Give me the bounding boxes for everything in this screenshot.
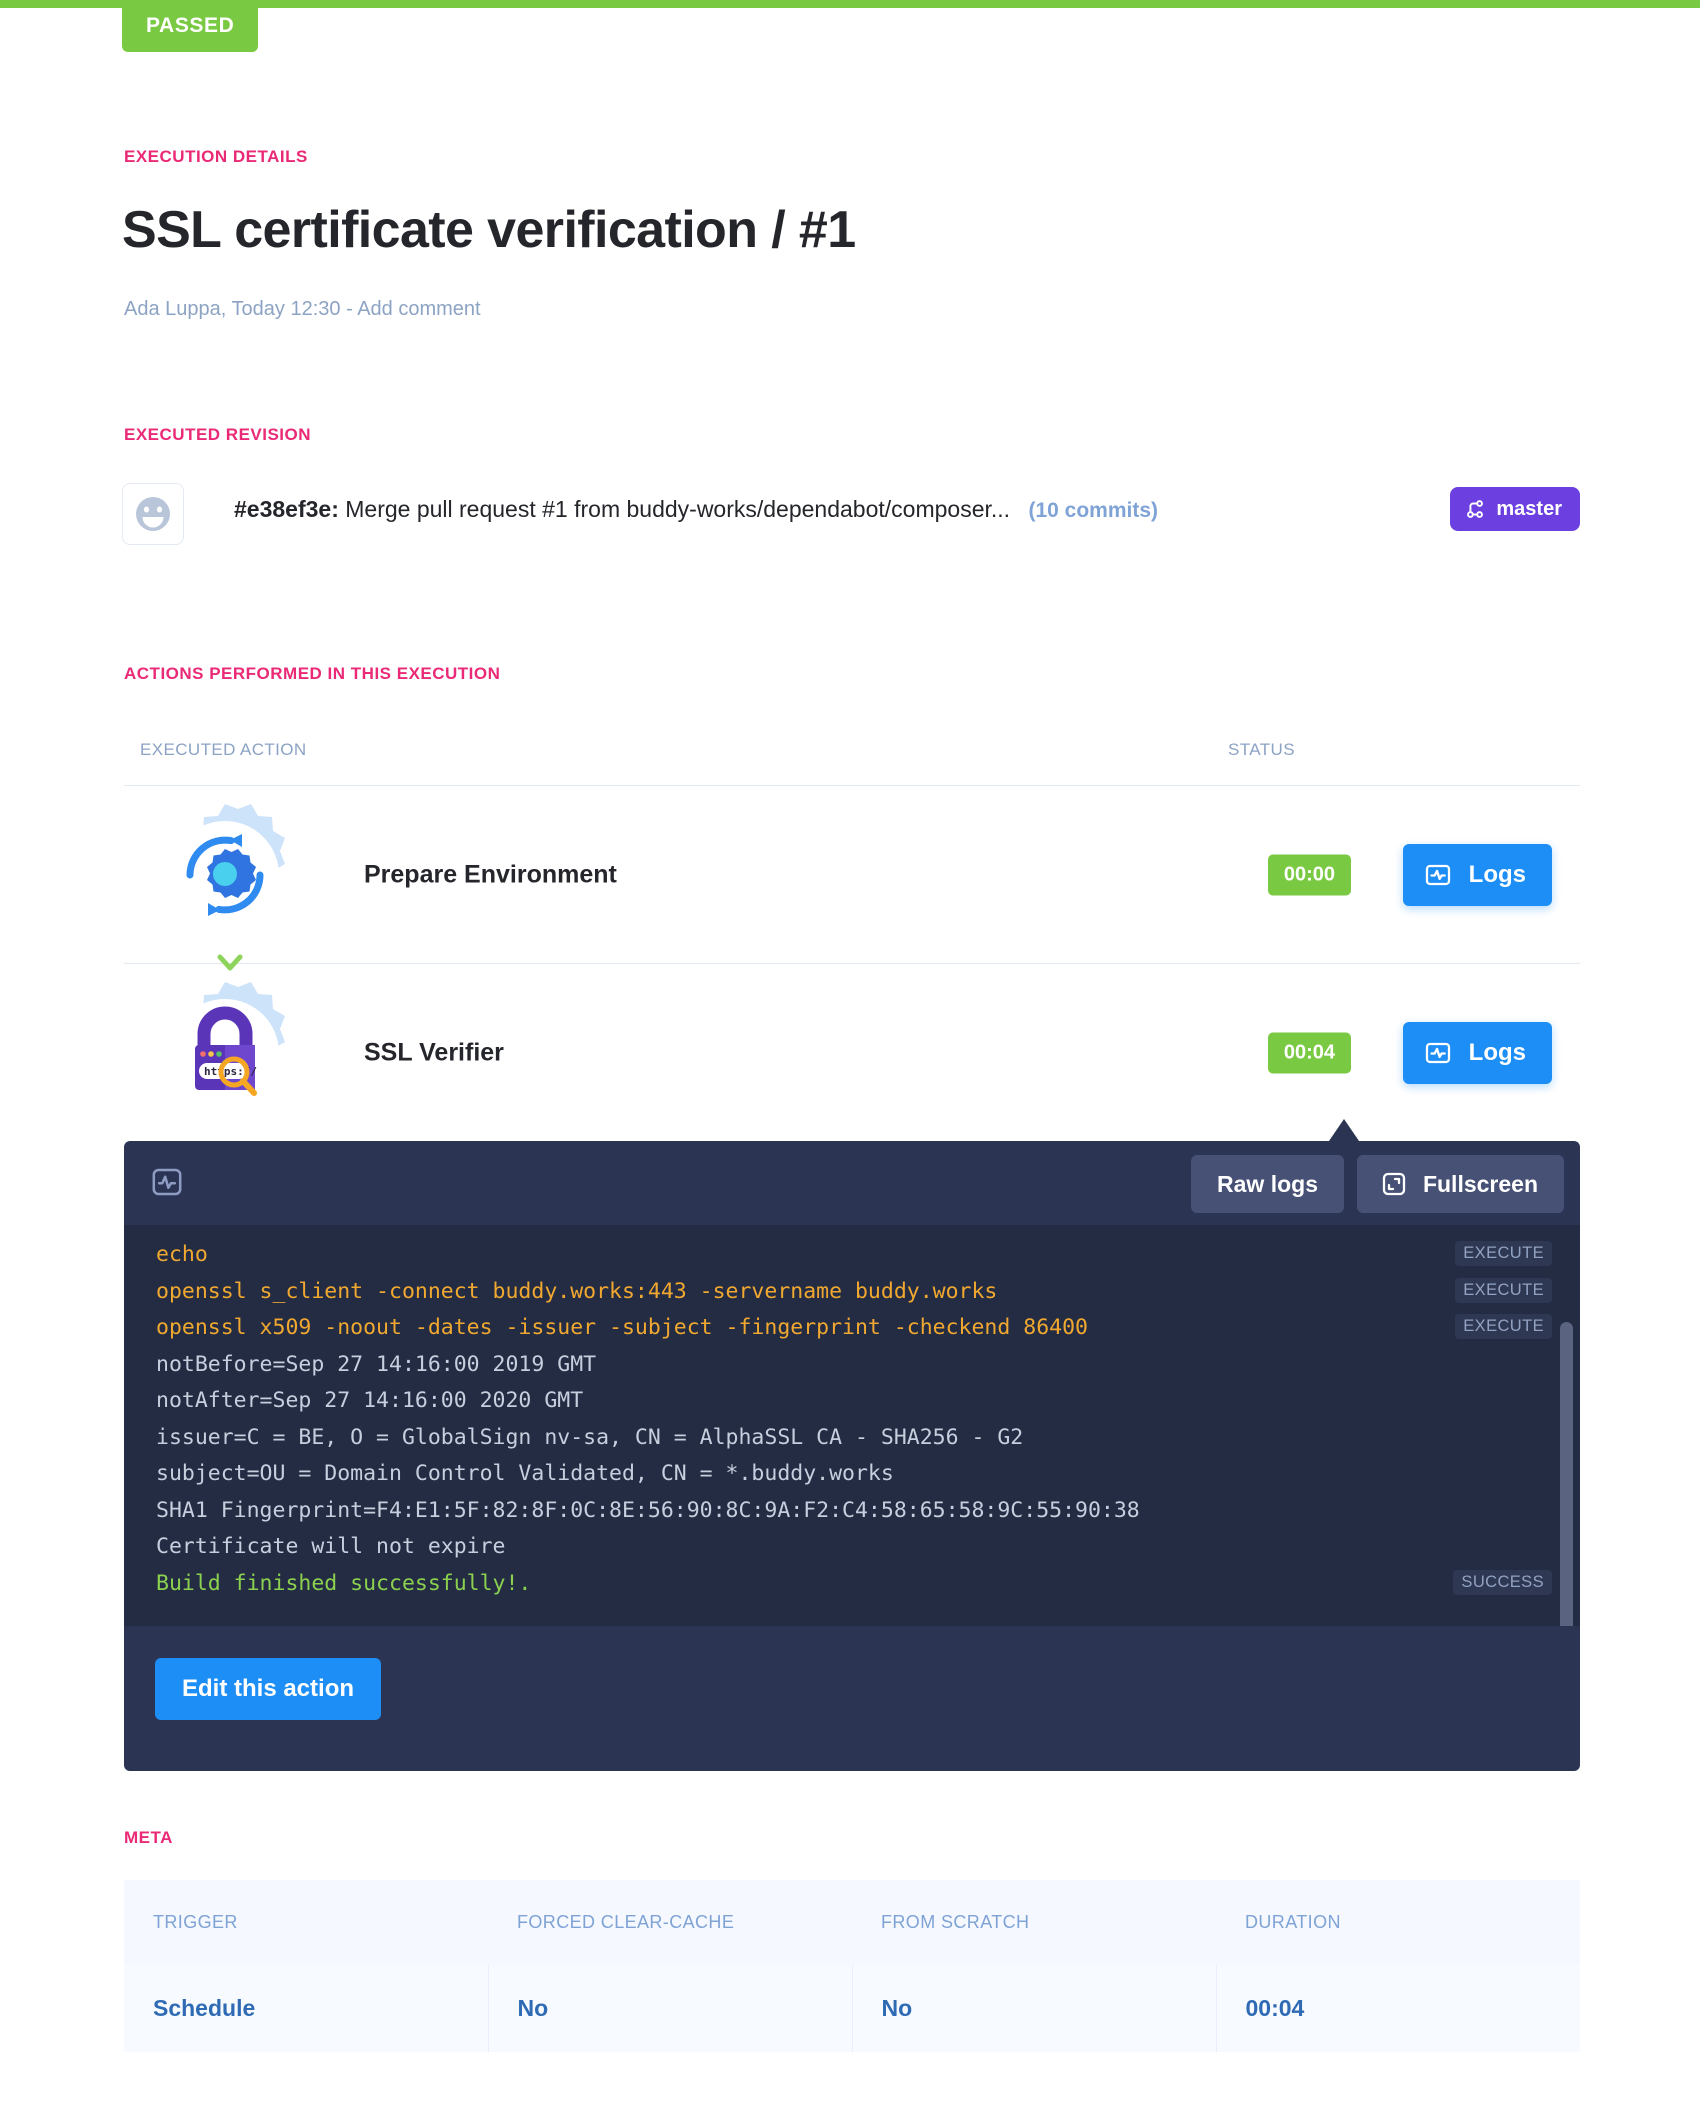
log-line: notBefore=Sep 27 14:16:00 2019 GMT — [156, 1351, 597, 1377]
avatar — [122, 483, 184, 545]
log-line: issuer=C = BE, O = GlobalSign nv-sa, CN … — [156, 1424, 1024, 1450]
meta-column-header: FROM SCRATCH — [852, 1880, 1216, 1965]
add-comment-link[interactable]: Add comment — [357, 298, 480, 320]
log-line: subject=OU = Domain Control Validated, C… — [156, 1461, 894, 1486]
log-line: Build finished successfully!. — [156, 1570, 532, 1596]
table-row: Prepare Environment 00:00 Logs — [124, 786, 1580, 964]
logs-panel-header: Raw logs Fullscreen — [124, 1141, 1580, 1225]
meta-table: TRIGGER FORCED CLEAR-CACHE FROM SCRATCH DUR… — [124, 1880, 1580, 2052]
commit-summary: #e38ef3e: Merge pull request #1 from bud… — [234, 496, 1158, 523]
log-status-tag: EXECUTE — [1455, 1314, 1552, 1339]
gear-refresh-icon — [140, 790, 310, 960]
logs-panel-footer: Edit this action — [124, 1626, 1580, 1771]
raw-logs-button[interactable]: Raw logs — [1191, 1155, 1344, 1213]
log-scrollbar[interactable] — [1560, 1322, 1573, 1626]
logs-panel: Raw logs Fullscreen echo openssl s_client… — [124, 1141, 1580, 1771]
fullscreen-icon — [1382, 1172, 1406, 1196]
commit-count[interactable]: (10 commits) — [1028, 499, 1158, 522]
duration-badge: 00:04 — [1267, 1032, 1351, 1074]
meta-cell: Schedule — [124, 1965, 488, 2052]
revision-row: #e38ef3e: Merge pull request #1 from bud… — [122, 483, 1580, 545]
logs-button-label: Logs — [1468, 861, 1526, 888]
commit-message: Merge pull request #1 from buddy-works/d… — [345, 496, 1011, 522]
actions-table-head: EXECUTED ACTION STATUS — [140, 740, 1580, 788]
log-status-tag: EXECUTE — [1455, 1277, 1552, 1303]
execution-details-label: EXECUTION DETAILS — [124, 147, 308, 166]
timestamp: Today 12:30 — [231, 298, 341, 320]
panel-pointer-arrow — [1329, 1119, 1359, 1141]
execution-subline: Ada Luppa, Today 12:30 - Add comment — [124, 298, 481, 321]
log-line: Certificate will not expire — [156, 1534, 506, 1559]
ssl-padlock-icon: https:// — [140, 968, 310, 1138]
logs-button[interactable]: Logs — [1402, 1022, 1552, 1084]
duration-badge: 00:00 — [1267, 854, 1351, 896]
edit-action-label: Edit this action — [182, 1675, 355, 1702]
log-output[interactable]: echo openssl s_client -connect buddy.work… — [124, 1225, 1580, 1626]
meta-cell: No — [851, 1965, 1216, 2052]
log-line: notAfter=Sep 27 14:16:00 2020 GMT — [156, 1388, 584, 1413]
meta-value-row: Schedule No No 00:04 — [124, 1965, 1580, 2052]
monitor-pulse-icon — [1425, 1042, 1450, 1064]
monitor-pulse-icon — [149, 1164, 185, 1205]
meta-section-label: META — [124, 1828, 173, 1847]
branch-name: master — [1496, 497, 1562, 520]
meta-column-header: FORCED CLEAR-CACHE — [488, 1880, 852, 1965]
action-name: SSL Verifier — [364, 1038, 504, 1067]
commit-hash[interactable]: #e38ef3e: — [234, 496, 339, 522]
actions-section-label: ACTIONS PERFORMED IN THIS EXECUTION — [124, 664, 501, 683]
meta-header-row: TRIGGER FORCED CLEAR-CACHE FROM SCRATCH DUR… — [124, 1880, 1580, 1965]
log-status-tag: SUCCESS — [1453, 1569, 1552, 1595]
smiley-face-icon — [136, 497, 170, 531]
raw-logs-label: Raw logs — [1217, 1170, 1318, 1197]
log-status-tag: EXECUTE — [1455, 1241, 1552, 1266]
fullscreen-button[interactable]: Fullscreen — [1356, 1155, 1564, 1213]
column-header-status: STATUS — [1228, 740, 1295, 759]
git-branch-icon — [1467, 500, 1484, 518]
meta-column-header: DURATION — [1216, 1880, 1580, 1965]
table-row: https:// SSL Verifier 00:04 Logs — [124, 964, 1580, 1142]
branch-badge[interactable]: master — [1450, 487, 1580, 531]
meta-column-header: TRIGGER — [124, 1880, 488, 1965]
subline-separator: - — [346, 298, 353, 320]
fullscreen-label: Fullscreen — [1422, 1170, 1538, 1197]
status-badge: PASSED — [122, 0, 259, 52]
column-header-action: EXECUTED ACTION — [140, 740, 307, 759]
edit-this-action-button[interactable]: Edit this action — [155, 1658, 382, 1720]
status-badge-label: PASSED — [146, 14, 235, 37]
logs-button[interactable]: Logs — [1402, 844, 1552, 906]
log-line: openssl s_client -connect buddy.works:44… — [156, 1278, 998, 1304]
executed-revision-label: EXECUTED REVISION — [124, 425, 312, 444]
log-line: echo — [156, 1242, 208, 1267]
logs-button-label: Logs — [1468, 1039, 1526, 1066]
page-title: SSL certificate verification / #1 — [122, 201, 856, 259]
meta-cell: 00:04 — [1215, 1965, 1580, 2052]
author-name: Ada Luppa, — [124, 298, 227, 320]
monitor-pulse-icon — [1425, 864, 1450, 886]
log-line: SHA1 Fingerprint=F4:E1:5F:82:8F:0C:8E:56… — [156, 1497, 1140, 1523]
meta-cell: No — [487, 1965, 852, 2052]
log-lines: echo openssl s_client -connect buddy.work… — [156, 1237, 1140, 1602]
action-name: Prepare Environment — [364, 860, 617, 889]
log-line: openssl x509 -noout -dates -issuer -subj… — [156, 1315, 1088, 1340]
